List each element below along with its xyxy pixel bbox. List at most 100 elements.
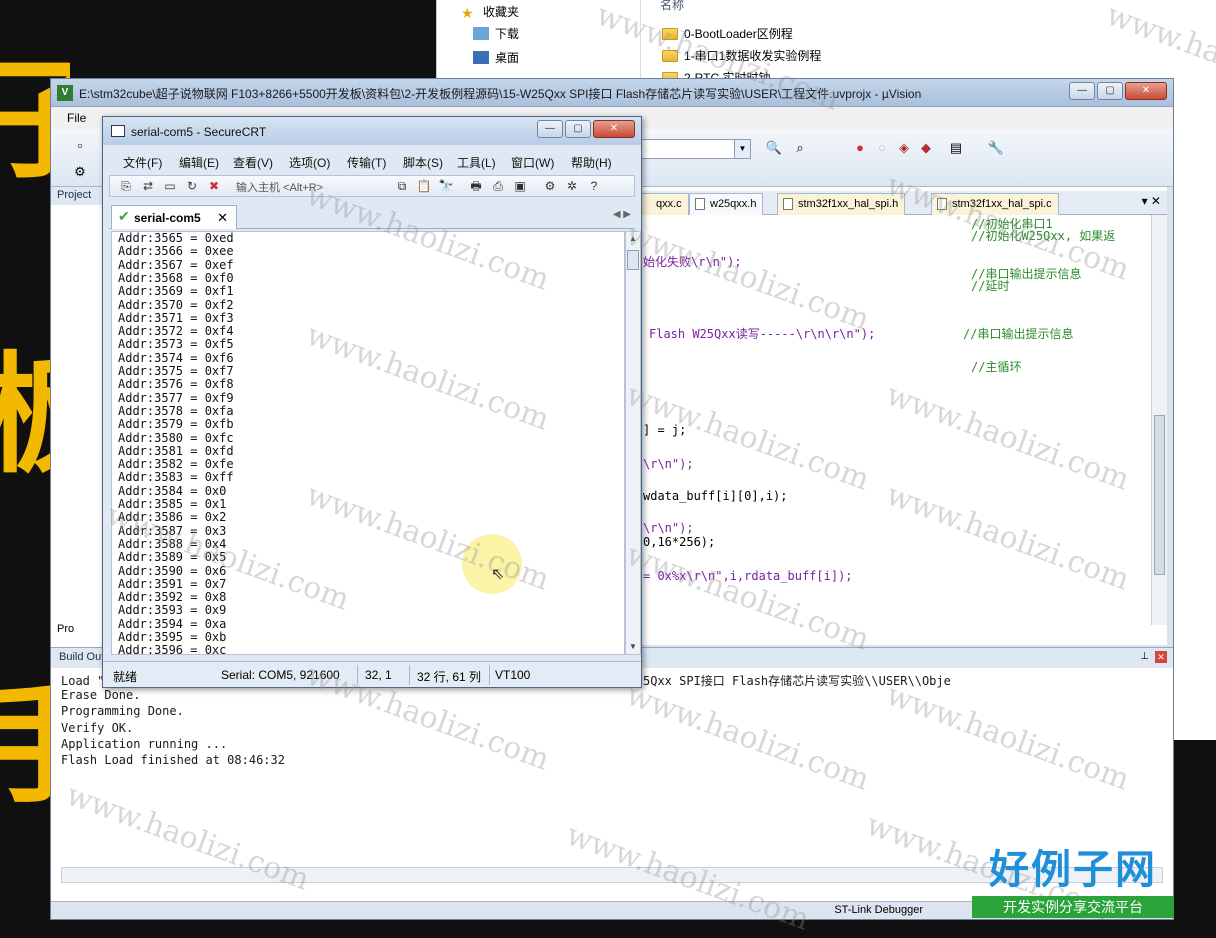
- scroll-thumb[interactable]: [1154, 415, 1165, 575]
- nav-favorites[interactable]: ★ 收藏夹: [461, 2, 519, 22]
- zoom-icon[interactable]: ⌕: [791, 139, 809, 157]
- code-line: ] = j;: [643, 423, 687, 437]
- terminal-line: Addr:3575 = 0xf7: [118, 364, 234, 378]
- build-target-icon[interactable]: ⚙: [71, 163, 89, 181]
- close-icon[interactable]: ✕: [1155, 651, 1167, 663]
- project-panel: Project: [51, 187, 103, 647]
- tab-hal-spi-h[interactable]: stm32f1xx_hal_spi.h: [777, 193, 906, 215]
- terminal-line: Addr:3565 = 0xed: [118, 231, 234, 245]
- code-line: = 0x%x\r\n",i,rdata_buff[i]);: [643, 569, 853, 583]
- menu-script[interactable]: 脚本(S): [403, 154, 443, 171]
- tab-w25qxx-h[interactable]: w25qxx.h: [689, 193, 764, 215]
- pin-icon[interactable]: ⊥: [1140, 651, 1149, 662]
- code-lines: //初始化串口1//初始化W25Qxx, 如果返 始化失败\r\n");//串口输…: [635, 215, 1151, 645]
- chevron-down-icon: ▼: [734, 140, 750, 158]
- menu-view[interactable]: 查看(V): [233, 154, 273, 171]
- print-icon[interactable]: 🖶: [468, 178, 484, 194]
- project-tab[interactable]: Pro: [57, 623, 74, 635]
- menu-options[interactable]: 选项(O): [289, 154, 330, 171]
- scroll-thumb[interactable]: [627, 250, 639, 270]
- print-selection-icon[interactable]: ⎙: [490, 178, 506, 194]
- copy-icon[interactable]: ⧉: [394, 178, 410, 194]
- find-in-files-icon[interactable]: 🔍: [765, 139, 783, 157]
- close-tab-icon[interactable]: ✕: [217, 210, 228, 226]
- maximize-button[interactable]: ▢: [565, 120, 591, 138]
- terminal-output[interactable]: Addr:3565 = 0xed Addr:3566 = 0xee Addr:356…: [111, 231, 625, 655]
- host-input[interactable]: 输入主机 <Alt+R>: [236, 179, 323, 195]
- list-item[interactable]: 1-串口1数据收发实验例程: [662, 46, 821, 66]
- terminal-line: Addr:3579 = 0xfb: [118, 417, 234, 432]
- quick-connect-icon[interactable]: ⇄: [140, 178, 156, 194]
- terminal-line: Addr:3591 = 0x7: [118, 576, 227, 591]
- session-options-icon[interactable]: ⚙: [542, 178, 558, 194]
- code-line: Flash W25Qxx读写-----\r\n\r\n");: [649, 327, 876, 341]
- terminal-line: Addr:3576 = 0xf8: [118, 377, 234, 392]
- scroll-up-icon[interactable]: ▲: [626, 232, 640, 246]
- close-button[interactable]: ✕: [1125, 82, 1167, 100]
- code-line: \r\n");: [643, 457, 694, 471]
- terminal-line: Addr:3583 = 0xff: [118, 470, 234, 485]
- code-editor[interactable]: qxx.c w25qxx.h stm32f1xx_hal_spi.h stm32…: [635, 187, 1167, 645]
- menu-file[interactable]: 文件(F): [123, 154, 162, 171]
- menu-file[interactable]: File: [67, 111, 86, 125]
- debug-session-icon[interactable]: ◆: [917, 139, 935, 157]
- scroll-down-icon[interactable]: ▼: [626, 640, 640, 654]
- securecrt-window: serial-com5 - SecureCRT — ▢ ✕ 文件(F) 编辑(E…: [102, 116, 642, 688]
- disconnect-icon[interactable]: ✖: [206, 178, 222, 194]
- disabled-breakpoint-icon[interactable]: ○: [873, 139, 891, 157]
- terminal-line: Addr:3578 = 0xfa: [118, 403, 234, 418]
- terminal-line: Addr:3593 = 0x9: [118, 603, 227, 618]
- session-tab[interactable]: ✔ serial-com5 ✕: [111, 205, 237, 229]
- paste-icon[interactable]: 📋: [416, 178, 432, 194]
- target-select[interactable]: ▼: [641, 139, 751, 159]
- editor-scrollbar[interactable]: [1151, 215, 1167, 625]
- brand-title: 好例子网: [989, 847, 1157, 893]
- connect-tab-icon[interactable]: ▭: [162, 178, 178, 194]
- reconnect-icon[interactable]: ↻: [184, 178, 200, 194]
- nav-favorites-label: 收藏夹: [483, 5, 520, 19]
- minimize-button[interactable]: —: [1069, 82, 1095, 100]
- window-layout-icon[interactable]: ▤: [947, 139, 965, 157]
- list-item[interactable]: 0-BootLoader区例程: [662, 24, 793, 44]
- close-button[interactable]: ✕: [593, 120, 635, 138]
- terminal-line: Addr:3590 = 0x6: [118, 563, 227, 578]
- column-header-name[interactable]: 名称: [660, 0, 684, 13]
- terminal-line: Addr:3585 = 0x1: [118, 497, 227, 511]
- nav-desktop[interactable]: 桌面: [473, 48, 519, 68]
- menu-edit[interactable]: 编辑(E): [179, 154, 219, 171]
- configure-icon[interactable]: 🔧: [987, 139, 1005, 157]
- breakpoint-icon[interactable]: ●: [851, 139, 869, 157]
- terminal-line: Addr:3570 = 0xf2: [118, 297, 234, 312]
- maximize-button[interactable]: ▢: [1097, 82, 1123, 100]
- securecrt-toolbar: ⎘ ⇄ ▭ ↻ ✖ 输入主机 <Alt+R> ⧉ 📋 🔭 🖶 ⎙ ▣ ⚙ ✲ ?: [109, 175, 635, 197]
- connected-check-icon: ✔: [118, 208, 130, 224]
- nav-downloads-label: 下载: [495, 27, 520, 41]
- close-tab-icon[interactable]: ▾ ✕: [1142, 194, 1161, 208]
- help-icon[interactable]: ?: [586, 178, 602, 194]
- new-file-icon[interactable]: ▫: [71, 137, 89, 155]
- tab-w25qxx-c[interactable]: qxx.c: [635, 193, 689, 215]
- nav-downloads[interactable]: 下载: [473, 24, 519, 44]
- terminal-line: Addr:3584 = 0x0: [118, 483, 227, 498]
- uvision-logo-icon: V: [57, 85, 73, 101]
- kill-breakpoints-icon[interactable]: ◈: [895, 139, 913, 157]
- menu-window[interactable]: 窗口(W): [511, 154, 554, 171]
- uvision-title: E:\stm32cube\超子说物联网 F103+8266+5500开发板\资料…: [79, 87, 922, 101]
- terminal-scrollbar[interactable]: ▲ ▼: [625, 231, 641, 655]
- build-output-line: Application running ...: [61, 736, 228, 751]
- menu-transfer[interactable]: 传输(T): [347, 154, 386, 171]
- connect-icon[interactable]: ⎘: [118, 178, 134, 194]
- tab-nav-arrows[interactable]: ◀ ▶: [613, 209, 631, 220]
- tab-hal-spi-c[interactable]: stm32f1xx_hal_spi.c: [931, 193, 1059, 215]
- terminal-line: Addr:3587 = 0x3: [118, 523, 227, 538]
- menu-tools[interactable]: 工具(L): [457, 154, 496, 171]
- code-line: //延时: [971, 279, 1010, 293]
- menu-help[interactable]: 帮助(H): [571, 154, 612, 171]
- minimize-button[interactable]: —: [537, 120, 563, 138]
- global-options-icon[interactable]: ✲: [564, 178, 580, 194]
- status-rowcol: 32 行, 61 列: [417, 670, 482, 684]
- find-icon[interactable]: 🔭: [438, 178, 454, 194]
- print-screen-icon[interactable]: ▣: [512, 178, 528, 194]
- build-output-line: Flash Load finished at 08:46:32: [61, 753, 285, 767]
- build-output-line: Verify OK.: [61, 720, 134, 735]
